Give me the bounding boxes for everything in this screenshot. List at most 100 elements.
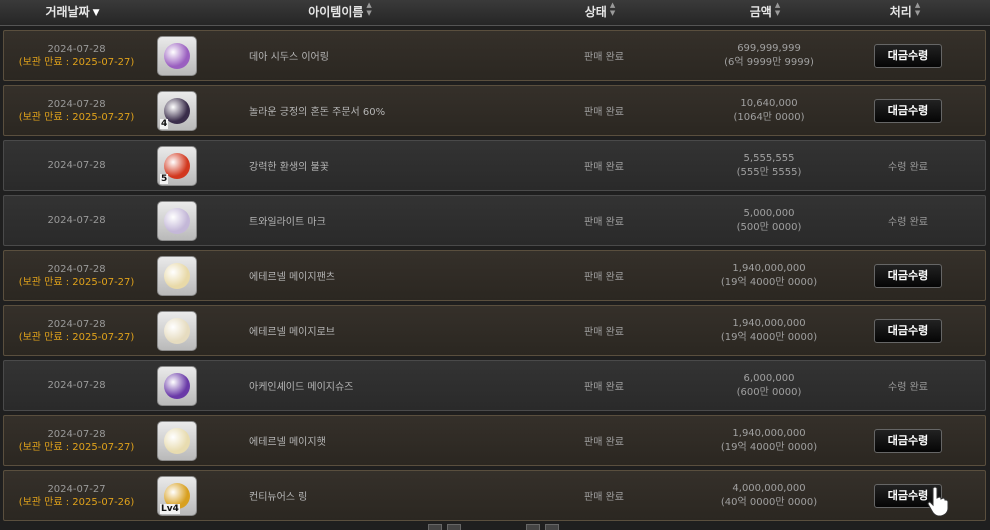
expire-date: (보관 만료 : 2025-07-27) [18, 276, 135, 288]
price-korean: (600만 0000) [736, 386, 802, 398]
price-korean: (500만 0000) [736, 221, 802, 233]
sort-icon[interactable]: ▲ ▼ [366, 1, 371, 17]
status-text: 판매 완료 [584, 162, 624, 173]
item-name: 트와일라이트 마크 [249, 217, 326, 228]
price-cell: 1,940,000,000 (19억 4000만 0000) [669, 416, 869, 465]
receive-payment-button[interactable]: 대금수령 [874, 318, 942, 343]
price-value: 1,940,000,000 [732, 427, 806, 439]
header-date[interactable]: 거래날짜 ▼ [0, 0, 145, 25]
item-icon[interactable] [157, 365, 197, 406]
price-cell: 5,555,555 (555만 5555) [669, 141, 869, 190]
pagination [0, 524, 990, 530]
table-row: 2024-07-28 (보관 만료 : 2025-07-27) 에테르넬 메이지팬츠… [3, 250, 986, 301]
header-date-label: 거래날짜 [45, 5, 90, 19]
header-action-label: 처리 [889, 5, 912, 19]
action-cell: 대금수령 [854, 86, 962, 135]
action-cell: 수령 완료 [854, 361, 962, 410]
sort-icon[interactable]: ▲ ▼ [610, 1, 615, 17]
item-icon[interactable] [157, 255, 197, 296]
icon-cell [152, 251, 202, 300]
sort-icon[interactable]: ▲ ▼ [915, 1, 920, 17]
trade-date: 2024-07-28 [47, 263, 106, 275]
price-korean: (19억 4000만 0000) [720, 331, 818, 343]
table-header: 거래날짜 ▼ 아이템이름 ▲ ▼ 상태 ▲ ▼ 금액 ▲ ▼ 처리 ▲ ▼ [0, 0, 990, 26]
expire-date: (보관 만료 : 2025-07-27) [18, 56, 135, 68]
price-cell: 1,940,000,000 (19억 4000만 0000) [669, 251, 869, 300]
item-glyph-icon [164, 207, 190, 234]
item-icon[interactable] [157, 420, 197, 461]
price-cell: 1,940,000,000 (19억 4000만 0000) [669, 306, 869, 355]
action-cell: 대금수령 [854, 251, 962, 300]
item-icon[interactable]: Lv4 [157, 475, 197, 516]
page-prev-button[interactable] [447, 524, 461, 530]
price-cell: 6,000,000 (600만 0000) [669, 361, 869, 410]
status-text: 판매 완료 [584, 382, 624, 393]
header-status[interactable]: 상태 ▲ ▼ [560, 0, 640, 25]
icon-cell [152, 416, 202, 465]
price-value: 5,000,000 [743, 207, 795, 219]
status-text: 판매 완료 [584, 217, 624, 228]
date-cell: 2024-07-28 [4, 141, 149, 190]
price-value: 4,000,000,000 [732, 482, 806, 494]
trade-date: 2024-07-28 [47, 215, 106, 226]
status-text: 판매 완료 [584, 52, 624, 63]
expire-date: (보관 만료 : 2025-07-27) [18, 111, 135, 123]
hand-cursor-icon [927, 486, 949, 516]
page-first-button[interactable] [428, 524, 442, 530]
price-value: 1,940,000,000 [732, 317, 806, 329]
price-value: 1,940,000,000 [732, 262, 806, 274]
item-name: 에테르넬 메이지햇 [249, 437, 326, 448]
price-value: 5,555,555 [743, 152, 795, 164]
item-icon[interactable] [157, 35, 197, 76]
sort-desc-icon[interactable]: ▼ [93, 9, 100, 18]
date-cell: 2024-07-28 (보관 만료 : 2025-07-27) [4, 31, 149, 80]
receive-payment-button[interactable]: 대금수령 [874, 263, 942, 288]
item-icon[interactable] [157, 200, 197, 241]
icon-cell [152, 196, 202, 245]
header-action[interactable]: 처리 ▲ ▼ [870, 0, 940, 25]
price-value: 699,999,999 [737, 42, 801, 54]
table-row: 2024-07-28 (보관 만료 : 2025-07-27) 데아 시두스 이어링… [3, 30, 986, 81]
received-label: 수령 완료 [888, 382, 928, 393]
item-badge: 5 [160, 173, 169, 184]
item-icon[interactable]: 4 [157, 90, 197, 131]
header-status-label: 상태 [584, 5, 607, 19]
trade-date: 2024-07-28 [47, 428, 106, 440]
table-row: 2024-07-28 (보관 만료 : 2025-07-27) 4 놀라운 긍정의 혼… [3, 85, 986, 136]
item-icon[interactable] [157, 310, 197, 351]
price-cell: 699,999,999 (6억 9999만 9999) [669, 31, 869, 80]
receive-payment-button[interactable]: 대금수령 [874, 98, 942, 123]
status-text: 판매 완료 [584, 437, 624, 448]
header-item-name[interactable]: 아이템이름 ▲ ▼ [240, 0, 440, 25]
receive-payment-button[interactable]: 대금수령 [874, 428, 942, 453]
page-last-button[interactable] [545, 524, 559, 530]
status-text: 판매 완료 [584, 327, 624, 338]
action-cell: 대금수령 [854, 416, 962, 465]
icon-cell: 4 [152, 86, 202, 135]
item-glyph-icon [164, 372, 190, 399]
header-amount[interactable]: 금액 ▲ ▼ [720, 0, 810, 25]
date-cell: 2024-07-27 (보관 만료 : 2025-07-26) [4, 471, 149, 520]
item-badge: Lv4 [160, 503, 180, 514]
item-name: 컨티뉴어스 링 [249, 492, 308, 503]
item-name: 강력한 환생의 불꽃 [249, 162, 329, 173]
table-row: 2024-07-28 5 강력한 환생의 불꽃 판매 완료 5,555,555 (555만… [3, 140, 986, 191]
item-icon[interactable]: 5 [157, 145, 197, 186]
status-text: 판매 완료 [584, 272, 624, 283]
status-text: 판매 완료 [584, 107, 624, 118]
date-cell: 2024-07-28 (보관 만료 : 2025-07-27) [4, 251, 149, 300]
trade-date: 2024-07-28 [47, 98, 106, 110]
price-korean: (40억 0000만 0000) [720, 496, 818, 508]
item-name: 에테르넬 메이지로브 [249, 327, 335, 338]
action-cell: 대금수령 [854, 306, 962, 355]
sort-icon[interactable]: ▲ ▼ [775, 1, 780, 17]
price-value: 10,640,000 [740, 97, 798, 109]
receive-payment-button[interactable]: 대금수령 [874, 43, 942, 68]
page-next-button[interactable] [526, 524, 540, 530]
price-korean: (6억 9999만 9999) [724, 56, 814, 68]
price-korean: (1064만 0000) [733, 111, 805, 123]
price-korean: (19억 4000만 0000) [720, 441, 818, 453]
received-label: 수령 완료 [888, 162, 928, 173]
table-row: 2024-07-28 아케인셰이드 메이지슈즈 판매 완료 6,000,000 (600… [3, 360, 986, 411]
item-glyph-icon [164, 427, 190, 454]
